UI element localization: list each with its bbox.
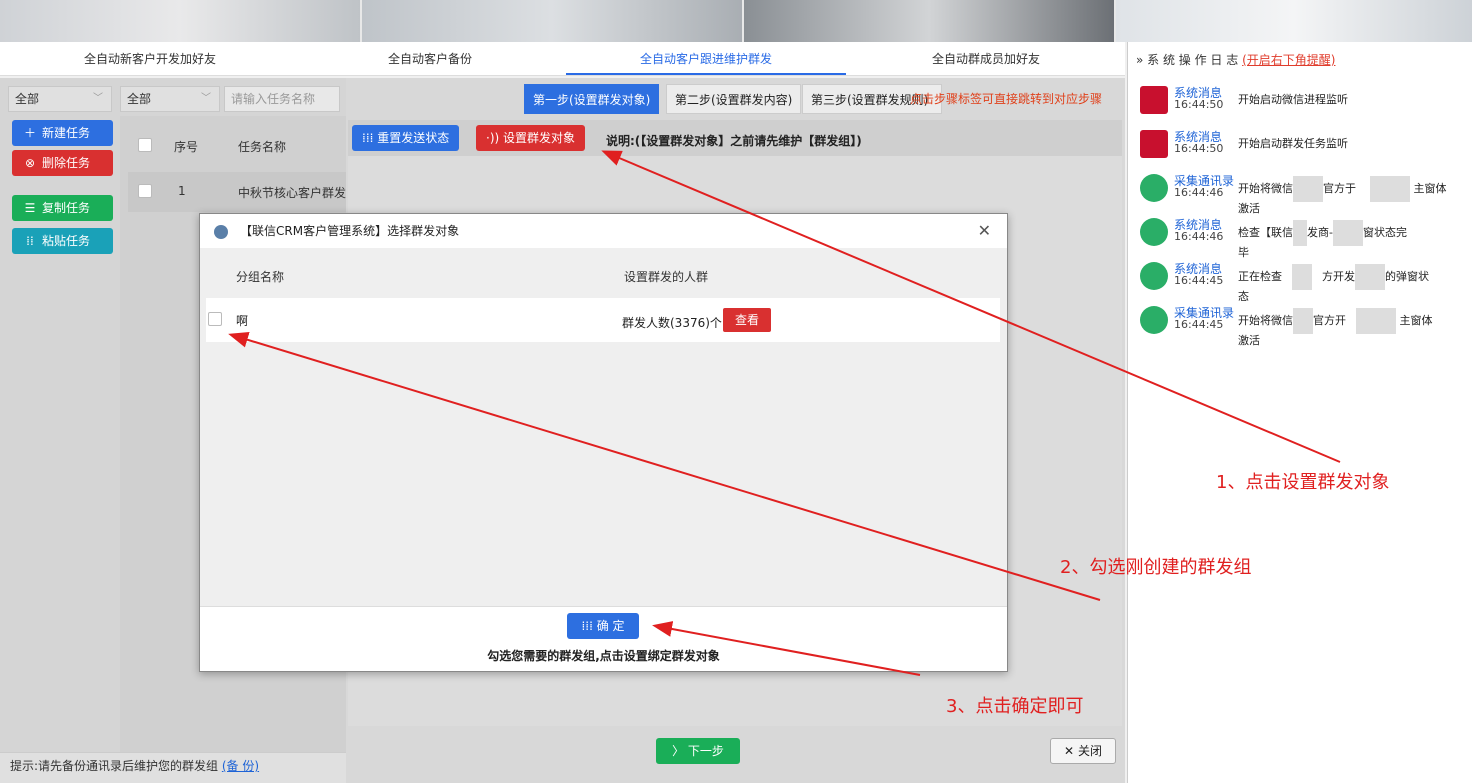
active-tab-underline: [566, 73, 846, 75]
select-target-dialog: 【联信CRM客户管理系统】选择群发对象 ✕ 分组名称 设置群发的人群 啊 群发人…: [199, 213, 1008, 672]
log-item-time: 16:44:46: [1174, 186, 1224, 199]
next-step-button[interactable]: 〉 下一步: [656, 738, 740, 764]
double-chevron-icon: »: [1136, 53, 1144, 67]
log-item: 采集通讯录 16:44:45 开始将微信 官方开 主窗体 激活: [1140, 302, 1470, 347]
view-group-button[interactable]: 查看: [723, 308, 771, 332]
column-header-crowd: 设置群发的人群: [624, 270, 709, 284]
log-item-message: 开始将微信 官方开 主窗体 激活: [1238, 308, 1468, 347]
dialog-footer: ⁞⁞⁞ 确 定 勾选您需要的群发组,点击设置绑定群发对象: [200, 606, 1007, 671]
log-item-time: 16:44:50: [1174, 98, 1224, 111]
log-item-message: 检查【联信 发商- 窗状态完毕: [1238, 220, 1468, 259]
broadcast-icon: ·)): [486, 131, 500, 145]
step-tab-set-content[interactable]: 第二步(设置群发内容): [666, 84, 802, 114]
log-item: 系统消息 16:44:45 正在检查 方开发 的弹窗状态: [1140, 258, 1470, 303]
column-header-group: 分组名称: [236, 270, 285, 284]
wechat-icon: [1140, 306, 1168, 334]
system-avatar-icon: [1140, 86, 1168, 114]
instruction-text: 说明:(【设置群发对象】之前请先维护【群发组】): [606, 134, 862, 148]
chevron-down-icon: ﹀: [93, 93, 103, 104]
dialog-close-icon[interactable]: ✕: [978, 214, 991, 248]
system-log-panel: » 系 统 操 作 日 志 (开启右下角提醒) 系统消息 16:44:50 开始…: [1127, 42, 1472, 783]
grid-icon: ⁞⁞: [26, 234, 34, 248]
dialog-titlebar: 【联信CRM客户管理系统】选择群发对象: [200, 214, 1007, 248]
log-item: 系统消息 16:44:46 检查【联信 发商- 窗状态完毕: [1140, 214, 1470, 259]
group-member-count: 群发人数(3376)个: [622, 316, 722, 330]
top-banner: [0, 0, 1472, 42]
log-item-message: 正在检查 方开发 的弹窗状态: [1238, 264, 1468, 303]
grid-icon: ⁞⁞⁞: [581, 619, 593, 633]
dialog-title: 【联信CRM客户管理系统】选择群发对象: [240, 224, 460, 238]
copy-task-button[interactable]: ☰ 复制任务: [12, 195, 113, 221]
close-circle-icon: ⊗: [24, 156, 36, 170]
paste-task-button[interactable]: ⁞⁞ 粘贴任务: [12, 228, 113, 254]
banner-image-screens: [362, 0, 742, 42]
app-logo-icon: [214, 224, 228, 239]
delete-task-button[interactable]: ⊗ 删除任务: [12, 150, 113, 176]
log-item: 系统消息 16:44:50 开始启动微信进程监听: [1140, 82, 1470, 116]
log-item-time: 16:44:46: [1174, 230, 1224, 243]
banner-image-documents: [1116, 0, 1472, 42]
reset-send-status-button[interactable]: ⁞⁞⁞ 重置发送状态: [352, 125, 460, 151]
dialog-footer-hint: 勾选您需要的群发组,点击设置绑定群发对象: [487, 649, 720, 663]
row-index: 1: [178, 184, 186, 198]
group-name: 啊: [236, 314, 249, 328]
enable-tray-notify-link[interactable]: (开启右下角提醒): [1242, 53, 1335, 67]
group-table: 分组名称 设置群发的人群 啊 群发人数(3376)个 查看: [200, 248, 1007, 606]
log-item-time: 16:44:45: [1174, 318, 1224, 331]
log-item-time: 16:44:45: [1174, 274, 1224, 287]
table-row[interactable]: 啊 群发人数(3376)个 查看: [206, 298, 1000, 342]
step-tab-set-target[interactable]: 第一步(设置群发对象): [524, 84, 660, 114]
step-hint-text: 点击步骤标签可直接跳转到对应步骤: [910, 92, 1103, 106]
close-icon: ✕: [1064, 744, 1075, 758]
main-tabs: 全自动新客户开发加好友 全自动客户备份 全自动客户跟进维护群发 全自动群成员加好…: [0, 42, 1125, 76]
group-checkbox[interactable]: [208, 312, 222, 326]
log-item: 系统消息 16:44:50 开始启动群发任务监听: [1140, 126, 1470, 160]
annotation-step-3: 3、点击确定即可: [946, 696, 1084, 717]
chevron-right-icon: 〉: [672, 744, 685, 758]
log-item: 采集通讯录 16:44:46 开始将微信 官方于 主窗体 激活: [1140, 170, 1470, 215]
chevron-down-icon: ﹀: [201, 93, 211, 104]
wechat-icon: [1140, 174, 1168, 202]
system-avatar-icon: [1140, 130, 1168, 158]
close-button[interactable]: ✕ 关闭: [1050, 738, 1116, 764]
log-header: » 系 统 操 作 日 志 (开启右下角提醒): [1136, 51, 1335, 68]
action-toolbar: ⁞⁞⁞ 重置发送状态 ·)) 设置群发对象 说明:(【设置群发对象】之前请先维护…: [348, 120, 1122, 156]
log-item-message: 开始将微信 官方于 主窗体 激活: [1238, 176, 1468, 215]
annotation-step-2: 2、勾选刚创建的群发组: [1060, 557, 1252, 578]
task-search-input[interactable]: 请输入任务名称: [224, 86, 340, 112]
copy-icon: ☰: [24, 201, 36, 215]
grid-icon: ⁞⁞⁞: [362, 131, 374, 145]
category-filter-select[interactable]: 全部 ﹀: [8, 86, 112, 112]
backup-hint: 提示:请先备份通讯录后维护您的群发组 (备 份): [0, 752, 346, 783]
log-item-message: 开始启动微信进程监听: [1238, 93, 1348, 106]
set-target-button[interactable]: ·)) 设置群发对象: [476, 125, 586, 151]
new-task-button[interactable]: ＋新建任务: [12, 120, 113, 146]
tab-group-member[interactable]: 全自动群成员加好友: [846, 42, 1126, 76]
status-filter-select[interactable]: 全部 ﹀: [120, 86, 220, 112]
plus-icon: ＋: [23, 126, 36, 140]
wechat-icon: [1140, 218, 1168, 246]
tab-new-customer[interactable]: 全自动新客户开发加好友: [0, 42, 300, 76]
select-all-checkbox[interactable]: [138, 138, 152, 152]
banner-image-desk: [744, 0, 1114, 42]
row-checkbox[interactable]: [138, 184, 152, 198]
confirm-button[interactable]: ⁞⁞⁞ 确 定: [567, 613, 639, 639]
wechat-icon: [1140, 262, 1168, 290]
column-header-index: 序号: [174, 140, 199, 154]
annotation-step-1: 1、点击设置群发对象: [1216, 472, 1390, 493]
log-item-time: 16:44:50: [1174, 142, 1224, 155]
row-task-name: 中秋节核心客户群发: [238, 186, 346, 200]
tab-backup[interactable]: 全自动客户备份: [300, 42, 560, 76]
log-item-message: 开始启动群发任务监听: [1238, 137, 1348, 150]
banner-image-robot-arm: [0, 0, 360, 42]
backup-link[interactable]: (备 份): [222, 759, 259, 773]
column-header-name: 任务名称: [238, 140, 287, 154]
tab-mass-send[interactable]: 全自动客户跟进维护群发: [566, 42, 846, 76]
log-title: 系 统 操 作 日 志: [1147, 53, 1239, 67]
